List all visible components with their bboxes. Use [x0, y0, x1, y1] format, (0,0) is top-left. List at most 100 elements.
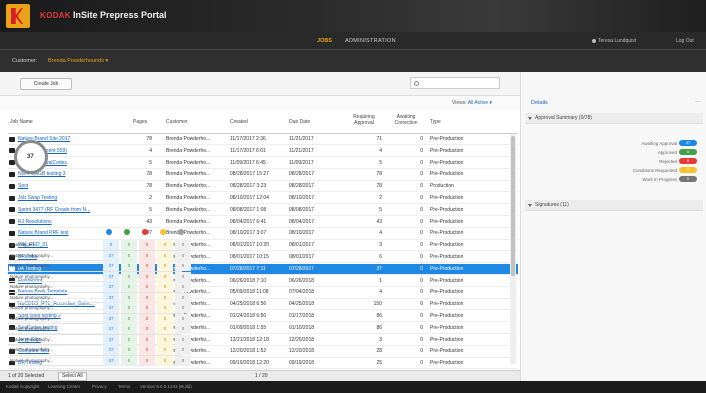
job-icon	[9, 207, 15, 213]
signatures-table: Unassigned 0 0 0 0 0 Nature photography... 37 0 0…	[8, 240, 191, 366]
type-cell: Pre-Production	[430, 348, 464, 355]
signature-row[interactable]: Nature photography... 37 0 0 0 0	[8, 313, 191, 324]
more-options-icon[interactable]: ···	[695, 99, 701, 105]
requiring-approval-cell: 71	[376, 136, 382, 142]
status-bar-link[interactable]: Kodak Copyright	[6, 384, 39, 389]
col-due-date[interactable]: Due Date	[289, 119, 310, 125]
col-customer[interactable]: Customer	[166, 119, 188, 125]
signature-row[interactable]: Nature photography... 37 0 0 0 0	[8, 292, 191, 303]
status-bar-link[interactable]: Version 9.0.0.1243 (Build)	[140, 384, 192, 389]
created-cell: 09/19/2018 12:20	[230, 360, 269, 367]
status-bar-link[interactable]: Privacy	[92, 384, 107, 389]
table-row[interactable]: Nature Brand PRF test 37 Brenda Powderho..…	[8, 228, 518, 240]
app-title: InSite Prepress Portal	[73, 10, 167, 20]
col-job-name[interactable]: Job Name	[10, 119, 33, 125]
signature-count-cell: 37	[103, 334, 119, 345]
customer-cell: Brenda Powderho...	[166, 136, 211, 142]
signature-name: Nature photography...	[10, 252, 54, 258]
select-all-button[interactable]: Select All	[58, 372, 87, 381]
table-row[interactable]: Sprint 3477 (RF Create from N... 5 Brenda …	[8, 205, 518, 216]
caret-down-icon	[528, 204, 532, 207]
kodak-logo	[6, 4, 30, 28]
logout-link[interactable]: Log Out	[676, 38, 694, 44]
signature-count-cell: 0	[139, 271, 155, 282]
signature-row[interactable]: Nature photography... 37 0 0 0 0	[8, 261, 191, 272]
table-row[interactable]: Job Swap Testing 2 Brenda Powderho... 08/10…	[8, 193, 518, 205]
job-name-link[interactable]: Job Swap Testing	[18, 193, 128, 203]
requiring-approval-cell: 150	[373, 301, 382, 308]
signatures-header[interactable]: Signatures (11)	[525, 200, 703, 211]
signature-count-cell: 0	[139, 240, 155, 250]
col-requiring-approval[interactable]: Requiring Approval	[344, 114, 384, 126]
table-scrollbar[interactable]	[510, 134, 516, 364]
pagination[interactable]: 1 / 20	[255, 373, 268, 379]
customer-select[interactable]: Brenda Powderhounds ▾	[48, 58, 108, 64]
created-cell: 01/24/2018 6:50	[230, 313, 267, 319]
signature-count-cell: 0	[121, 250, 137, 261]
details-panel: Details ··· Approval Summary (0/78) Awai…	[520, 72, 706, 381]
signature-row[interactable]: Unassigned 0 0 0 0 0	[8, 240, 191, 251]
signature-name: Unassigned	[10, 242, 34, 247]
views-select[interactable]: Views: All Active ▾	[452, 100, 492, 106]
approval-summary-header[interactable]: Approval Summary (0/78)	[525, 113, 703, 124]
user-menu[interactable]: Teresa Lundquist	[592, 38, 636, 44]
type-cell: Pre-Production	[430, 301, 464, 308]
job-name-link[interactable]: Sprint 3477 (RF Create from N...	[18, 205, 128, 215]
table-row[interactable]: NW4 MAGB testing 3 78 Brenda Powderho... 08…	[8, 169, 518, 181]
table-row[interactable]: Nov 2017 (Sprint 559)4Brenda Powderho...…	[8, 146, 518, 157]
signature-count-cell: 0	[175, 334, 191, 345]
job-name-link[interactable]: Spot	[18, 181, 128, 191]
signature-count-cell: 37	[103, 345, 119, 355]
signature-count-cell: 0	[175, 324, 191, 334]
signature-row[interactable]: Nature photography... 37 0 0 0 0	[8, 345, 191, 356]
type-cell: Pre-Production	[430, 324, 464, 331]
signature-row[interactable]: Nature photography... 37 0 0 0 0	[8, 355, 191, 366]
search-input[interactable]	[410, 77, 500, 89]
requiring-approval-cell: 3	[379, 242, 382, 249]
col-type[interactable]: Type	[430, 119, 441, 125]
col-awaiting-correction[interactable]: Awaiting Correction	[386, 114, 426, 126]
signature-count-cell: 0	[175, 303, 191, 313]
created-cell: 08/28/2017 3:23	[230, 183, 267, 190]
create-job-button[interactable]: Create Job	[20, 78, 72, 90]
signature-name: Nature photography...	[10, 273, 54, 279]
customer-cell: Brenda Powderho...	[166, 171, 211, 178]
created-cell: 07/28/2017 7:11	[230, 265, 266, 272]
status-bar-link[interactable]: Terms	[118, 384, 130, 389]
signature-row[interactable]: Nature photography... 37 0 0 0 0	[8, 303, 191, 314]
signature-row[interactable]: Nature photography... 37 0 0 0 0	[8, 271, 191, 282]
signatures-title: Signatures (11)	[535, 202, 569, 208]
created-cell: 04/25/2018 6:56	[230, 301, 267, 308]
status-bar-link[interactable]: Learning Center	[48, 384, 80, 389]
legend-count-badge: 0	[679, 167, 697, 173]
table-row[interactable]: Nature Brand Site 2017 78 Brenda Powderho.…	[8, 134, 518, 146]
created-cell: 08/08/2017 1:08	[230, 206, 267, 213]
signature-count-cell: 0	[157, 282, 173, 292]
requiring-approval-cell: 4	[379, 289, 382, 296]
table-header: Job Name Pages Customer Created Due Date…	[8, 110, 518, 134]
signature-row[interactable]: Nature photography... 37 0 0 0 0	[8, 250, 191, 261]
awaiting-correction-cell: 0	[420, 265, 423, 272]
type-cell: Production	[430, 183, 454, 190]
customer-label: Customer:	[12, 58, 38, 64]
col-created[interactable]: Created	[230, 119, 248, 125]
pages-cell: 78	[146, 171, 152, 178]
pages-cell: 78	[146, 136, 152, 142]
approval-count: 37	[27, 154, 34, 160]
scrollbar-thumb[interactable]	[511, 136, 515, 276]
table-row[interactable]: RJ Resolutions 43 Brenda Powderho... 08/04/…	[8, 217, 518, 228]
nav-jobs-tab[interactable]: JOBS	[317, 38, 332, 44]
table-row[interactable]: Spot 78 Brenda Powderho... 08/28/2017 3:23 0…	[8, 181, 518, 193]
signature-row[interactable]: Nature photography... 37 0 0 0 0	[8, 324, 191, 335]
col-pages[interactable]: Pages	[133, 119, 147, 125]
type-cell: Pre-Production	[430, 242, 464, 249]
signature-row[interactable]: Nature photography... 37 0 0 0 0	[8, 282, 191, 293]
details-title[interactable]: Details	[531, 100, 548, 106]
table-row[interactable]: Brand Wkt EvalCodes5Brenda Powderho...11…	[8, 158, 518, 169]
signature-row[interactable]: Nature photography... 37 0 0 0 0	[8, 334, 191, 345]
created-cell: 08/10/2017 3:07	[230, 230, 267, 237]
nav-administration-tab[interactable]: ADMINISTRATION	[345, 38, 396, 44]
job-name-link[interactable]: RJ Resolutions	[18, 217, 128, 227]
job-icon	[9, 230, 15, 236]
signature-count-cell: 0	[103, 240, 119, 250]
